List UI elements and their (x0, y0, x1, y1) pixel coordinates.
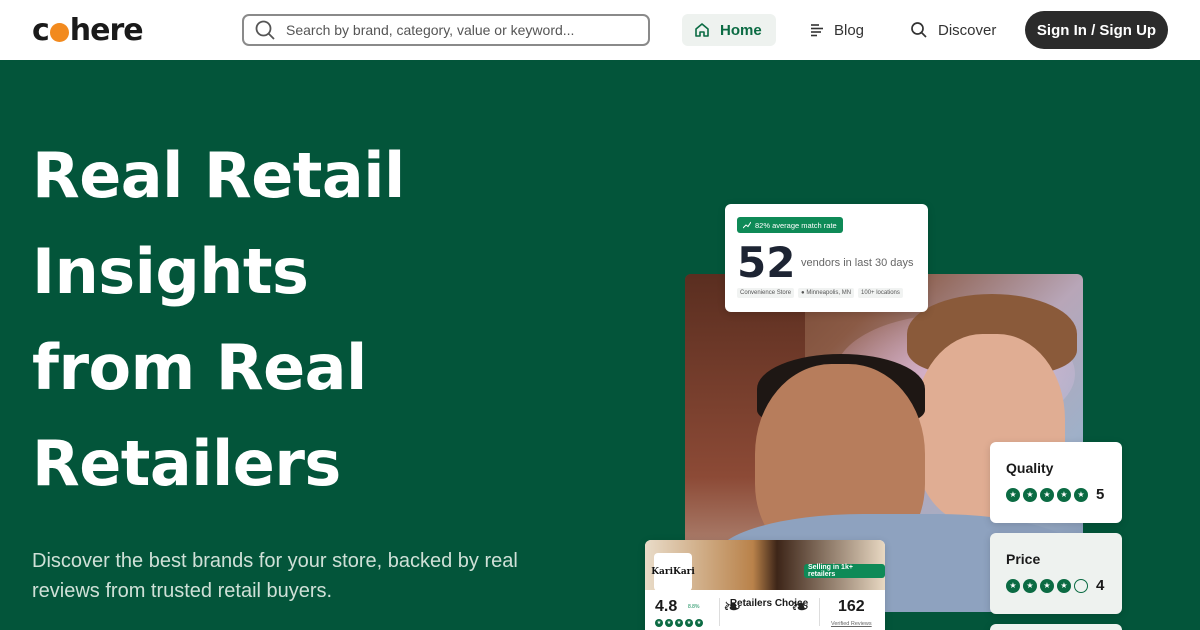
nav-blog-label: Blog (834, 21, 865, 39)
rating-stars: ★ ★ ★ ★ 4 (1006, 577, 1104, 594)
brand-logo: KariKari (651, 553, 695, 591)
laurel-right-icon: ❧ (791, 595, 810, 620)
vendor-stats-card: 82% average match rate 52 vendors in las… (725, 204, 928, 312)
quality-rating-card: Quality ★ ★ ★ ★ ★ 5 (990, 442, 1122, 523)
brand-stars: ★ ★ ★ ★ ★ (655, 619, 703, 627)
price-rating-card: Price ★ ★ ★ ★ 4 (990, 533, 1122, 614)
reviews-count: 162 (838, 598, 865, 615)
nav-home[interactable]: Home (682, 14, 776, 46)
star-icon: ★ (1006, 487, 1020, 502)
logo-dot (49, 22, 69, 42)
brand-score: 4.8 (655, 598, 678, 615)
nav-blog[interactable]: Blog (798, 14, 876, 46)
logo-text-start: c (32, 12, 50, 48)
vendor-meta: Convenience Store ● Minneapolis, MN 100+… (737, 288, 903, 298)
top-nav-bar: chere Home Blog Discover Sign In / Sign … (0, 0, 1200, 60)
selling-badge: Selling in 1k+ retailers (804, 564, 885, 578)
star-icon: ★ (695, 619, 703, 627)
rating-value: 5 (1096, 486, 1105, 503)
brand-card: KariKari Selling in 1k+ retailers 4.8 8.… (645, 540, 885, 630)
search-bar (242, 14, 650, 46)
hero-title-line: Insights (32, 235, 309, 308)
rating-title: Price (1006, 551, 1041, 567)
vendor-count-label: vendors in last 30 days (801, 257, 914, 269)
match-rate-badge: 82% average match rate (737, 217, 843, 233)
brand-score-delta: 8.8% (688, 604, 700, 610)
nav-discover-label: Discover (938, 21, 997, 39)
star-icon: ★ (685, 619, 693, 627)
vendor-count: 52 (737, 238, 796, 287)
match-rate-text: 82% average match rate (755, 220, 837, 230)
star-icon: ★ (1057, 578, 1071, 593)
rating-title: Quality (1006, 460, 1054, 476)
chart-icon (743, 221, 751, 229)
hero-title: Real Retail Insights from Real Retailers (32, 128, 552, 512)
locations-count-chip: 100+ locations (858, 288, 903, 298)
hero-title-line: Retailers (32, 427, 341, 500)
star-icon: ★ (1057, 487, 1071, 502)
location-chip: ● Minneapolis, MN (798, 288, 855, 298)
star-empty-icon (1074, 578, 1088, 593)
list-icon (811, 24, 823, 37)
star-icon: ★ (1006, 578, 1020, 593)
star-icon: ★ (1074, 487, 1088, 502)
rating-card-partial (990, 624, 1122, 630)
star-icon: ★ (655, 619, 663, 627)
search-input[interactable] (286, 22, 626, 38)
logo-text-end: here (69, 12, 144, 48)
hero-subtitle: Discover the best brands for your store,… (32, 550, 518, 602)
star-icon: ★ (675, 619, 683, 627)
divider (719, 598, 720, 626)
discover-search-icon (911, 22, 927, 38)
search-icon (255, 20, 275, 40)
nav-discover[interactable]: Discover (898, 14, 1008, 46)
star-icon: ★ (665, 619, 673, 627)
divider (819, 598, 820, 626)
hero-title-line: from Real (32, 331, 367, 404)
location-text: Minneapolis, MN (806, 290, 852, 296)
cohere-logo[interactable]: c here (32, 12, 144, 48)
star-icon: ★ (1023, 578, 1037, 593)
home-icon (695, 23, 709, 37)
rating-stars: ★ ★ ★ ★ ★ 5 (1006, 486, 1104, 503)
store-type-chip: Convenience Store (737, 288, 795, 298)
star-icon: ★ (1040, 487, 1054, 502)
reviews-link[interactable]: Verified Reviews (831, 621, 872, 627)
star-icon: ★ (1023, 487, 1037, 502)
signin-button[interactable]: Sign In / Sign Up (1025, 11, 1168, 49)
nav-home-label: Home (720, 21, 762, 39)
star-icon: ★ (1040, 578, 1054, 593)
hero-title-line: Real Retail (32, 139, 405, 212)
rating-value: 4 (1096, 577, 1105, 594)
